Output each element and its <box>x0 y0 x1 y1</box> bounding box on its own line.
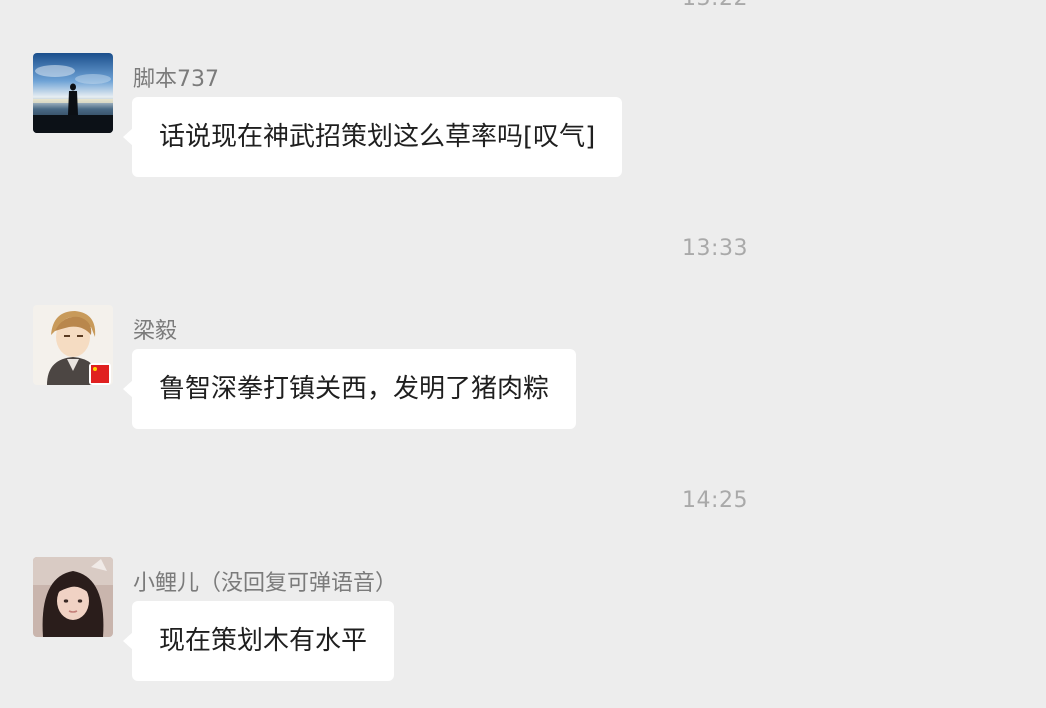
sender-name: 脚本737 <box>133 67 219 92</box>
chat-timestamp: 13:22 <box>0 0 1046 11</box>
chat-timestamp: 13:33 <box>682 236 748 261</box>
chat-message: 脚本737 话说现在神武招策划这么草率吗[叹气] <box>0 53 1046 193</box>
sender-name: 小鲤儿（没回复可弹语音） <box>133 571 398 596</box>
message-bubble[interactable]: 现在策划木有水平 <box>122 601 395 681</box>
message-bubble[interactable]: 话说现在神武招策划这么草率吗[叹气] <box>122 97 623 177</box>
anime-character-avatar-icon[interactable] <box>33 305 113 385</box>
message-bubble[interactable]: 鲁智深拳打镇关西，发明了猪肉粽 <box>122 349 577 429</box>
girl-photo-avatar-icon[interactable] <box>33 557 113 637</box>
chat-message: 小鲤儿（没回复可弹语音） 现在策划木有水平 <box>0 557 1046 697</box>
chat-timestamp: 14:25 <box>682 488 748 513</box>
chat-message: 梁毅 鲁智深拳打镇关西，发明了猪肉粽 <box>0 305 1046 445</box>
silhouette-landscape-avatar-icon[interactable] <box>33 53 113 133</box>
sender-name: 梁毅 <box>133 319 178 344</box>
